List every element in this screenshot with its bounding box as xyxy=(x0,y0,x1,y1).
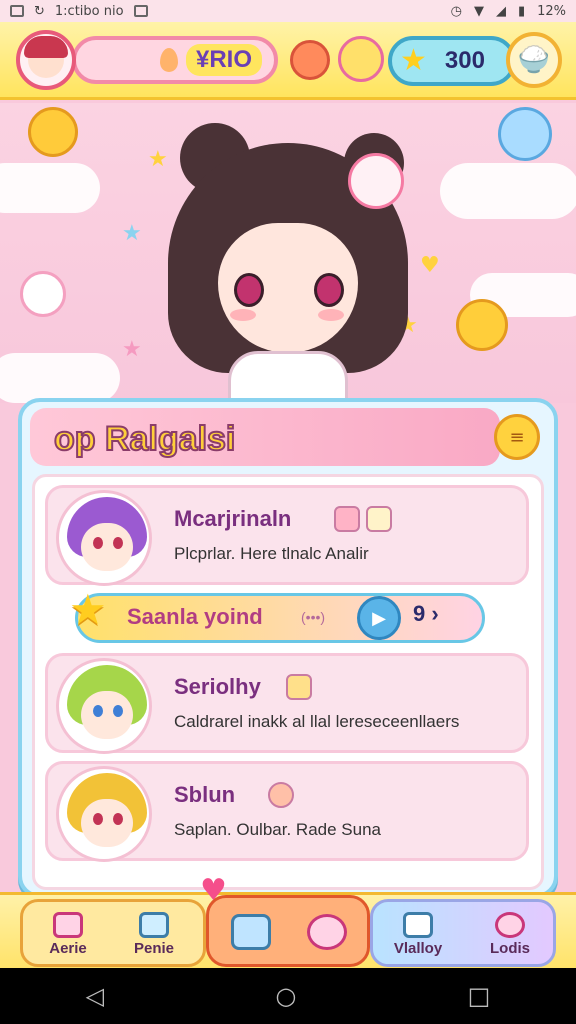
home-circle-icon[interactable]: ○ xyxy=(275,982,296,1010)
rice-bowl-icon[interactable]: 🍚 xyxy=(506,32,562,88)
cloud-decoration xyxy=(0,353,120,403)
chevron-right-icon: › xyxy=(431,601,439,626)
star-sparkle-icon: ★ xyxy=(122,221,142,246)
star-sparkle-icon: ★ xyxy=(122,337,142,362)
currency-value: ¥RIO xyxy=(185,44,262,76)
nav-item-penie[interactable]: Penie xyxy=(119,912,189,968)
bottom-nav: Aerie Penie Vlalloy Lodis xyxy=(0,892,576,968)
hero-scene: ★ ★ ★ ★ ♥ xyxy=(0,103,576,403)
avatar xyxy=(56,658,152,754)
panel-badge-icon[interactable]: ≡ xyxy=(494,414,540,460)
nav-center-group xyxy=(206,895,370,967)
wifi-icon: ▼ xyxy=(473,3,484,19)
entry-desc: Saplan. Oulbar. Rade Suna xyxy=(174,820,381,839)
recents-icon[interactable]: □ xyxy=(468,982,491,1010)
nav-label: Lodis xyxy=(490,940,530,957)
player-avatar[interactable] xyxy=(16,30,76,90)
app-notification-icon xyxy=(133,5,148,17)
bear-icon xyxy=(403,912,433,938)
blue-bear-pet-icon[interactable] xyxy=(498,107,552,161)
pet-badge-icon xyxy=(334,506,360,532)
entry-name: Mcarjrinaln xyxy=(174,506,292,531)
yellow-bunny-pet-icon[interactable] xyxy=(456,299,508,351)
alarm-icon: ◷ xyxy=(450,3,462,19)
pet-badge-icon xyxy=(286,674,312,700)
cloud-decoration xyxy=(440,163,576,219)
star-icon: ★ xyxy=(400,43,427,78)
book-icon xyxy=(139,912,169,938)
back-icon[interactable]: ◁ xyxy=(86,982,104,1010)
panel-header: op Ralgalsi xyxy=(30,408,500,466)
profile-icon xyxy=(495,912,525,938)
ranking-panel: op Ralgalsi ≡ Mcarjrinaln Plcprlar. Here… xyxy=(18,398,558,898)
home-icon xyxy=(53,912,83,938)
nav-item-aerie[interactable]: Aerie xyxy=(33,912,103,968)
gift-icon[interactable] xyxy=(307,914,347,950)
currency-pill[interactable]: ¥RIO xyxy=(72,36,278,84)
nav-label: Penie xyxy=(133,940,175,957)
hair-ornament-icon xyxy=(348,153,404,209)
entry-name: Seriolhy xyxy=(174,674,261,699)
heart-icon: ♥ xyxy=(200,873,227,908)
white-ghost-pet-icon[interactable] xyxy=(20,271,66,317)
system-nav-bar: ◁ ○ □ xyxy=(0,968,576,1024)
pet-icon[interactable] xyxy=(338,36,384,82)
entry-desc: Caldrarel inakk al llal lereseceenllaers xyxy=(174,712,460,731)
battery-percent: 12% xyxy=(537,3,566,19)
list-item[interactable]: Seriolhy Caldrarel inakk al llal leresec… xyxy=(45,653,529,754)
nav-item-lodis[interactable]: Lodis xyxy=(475,912,545,968)
chat-icon[interactable] xyxy=(231,914,271,950)
entry-desc: Plcprlar. Here tlnalc Analir xyxy=(174,544,369,563)
entry-list: Mcarjrinaln Plcprlar. Here tlnalc Analir… xyxy=(32,474,544,890)
status-bar: ↻ 1:ctibo nio ◷ ▼ ◢ ▮ 12% xyxy=(0,0,576,22)
nav-item-vlalloy[interactable]: Vlalloy xyxy=(383,912,453,968)
entry-name: Sblun xyxy=(174,782,236,807)
avatar-face-icon xyxy=(24,36,68,78)
nav-label: Vlalloy xyxy=(393,940,443,957)
nav-label: Aerie xyxy=(49,940,87,957)
top-hud: ¥RIO ★ 300 🍚 xyxy=(0,22,576,100)
notification-icon xyxy=(10,5,24,17)
battery-icon: ▮ xyxy=(517,3,526,19)
hero-character[interactable] xyxy=(168,123,408,403)
pet-badge-icon xyxy=(268,782,294,808)
play-icon[interactable]: ▶ xyxy=(357,596,401,640)
avatar xyxy=(56,490,152,586)
drop-icon xyxy=(159,48,178,72)
section-label: Saanla yoind xyxy=(127,604,263,629)
list-item[interactable]: Mcarjrinaln Plcprlar. Here tlnalc Analir xyxy=(45,485,529,586)
heart-sparkle-icon: ♥ xyxy=(420,253,440,278)
signal-icon: ◢ xyxy=(495,3,506,19)
list-item[interactable]: Sblun Saplan. Oulbar. Rade Suna xyxy=(45,761,529,862)
section-sub: (•••) xyxy=(301,609,326,625)
panel-title: op Ralgalsi xyxy=(53,419,236,459)
pet-badge-icon xyxy=(366,506,392,532)
stars-value: 300 xyxy=(444,47,485,74)
mushroom-icon[interactable] xyxy=(290,40,330,80)
status-time: 1:ctibo nio xyxy=(54,3,124,19)
star-sparkle-icon: ★ xyxy=(148,147,168,172)
yellow-cat-pet-icon[interactable] xyxy=(28,107,78,157)
avatar xyxy=(56,766,152,862)
sync-icon: ↻ xyxy=(34,3,45,19)
cloud-decoration xyxy=(0,163,100,213)
star-icon: ★ xyxy=(69,585,107,634)
section-count[interactable]: 9 › xyxy=(413,601,439,627)
stars-pill[interactable]: ★ 300 xyxy=(388,36,516,86)
